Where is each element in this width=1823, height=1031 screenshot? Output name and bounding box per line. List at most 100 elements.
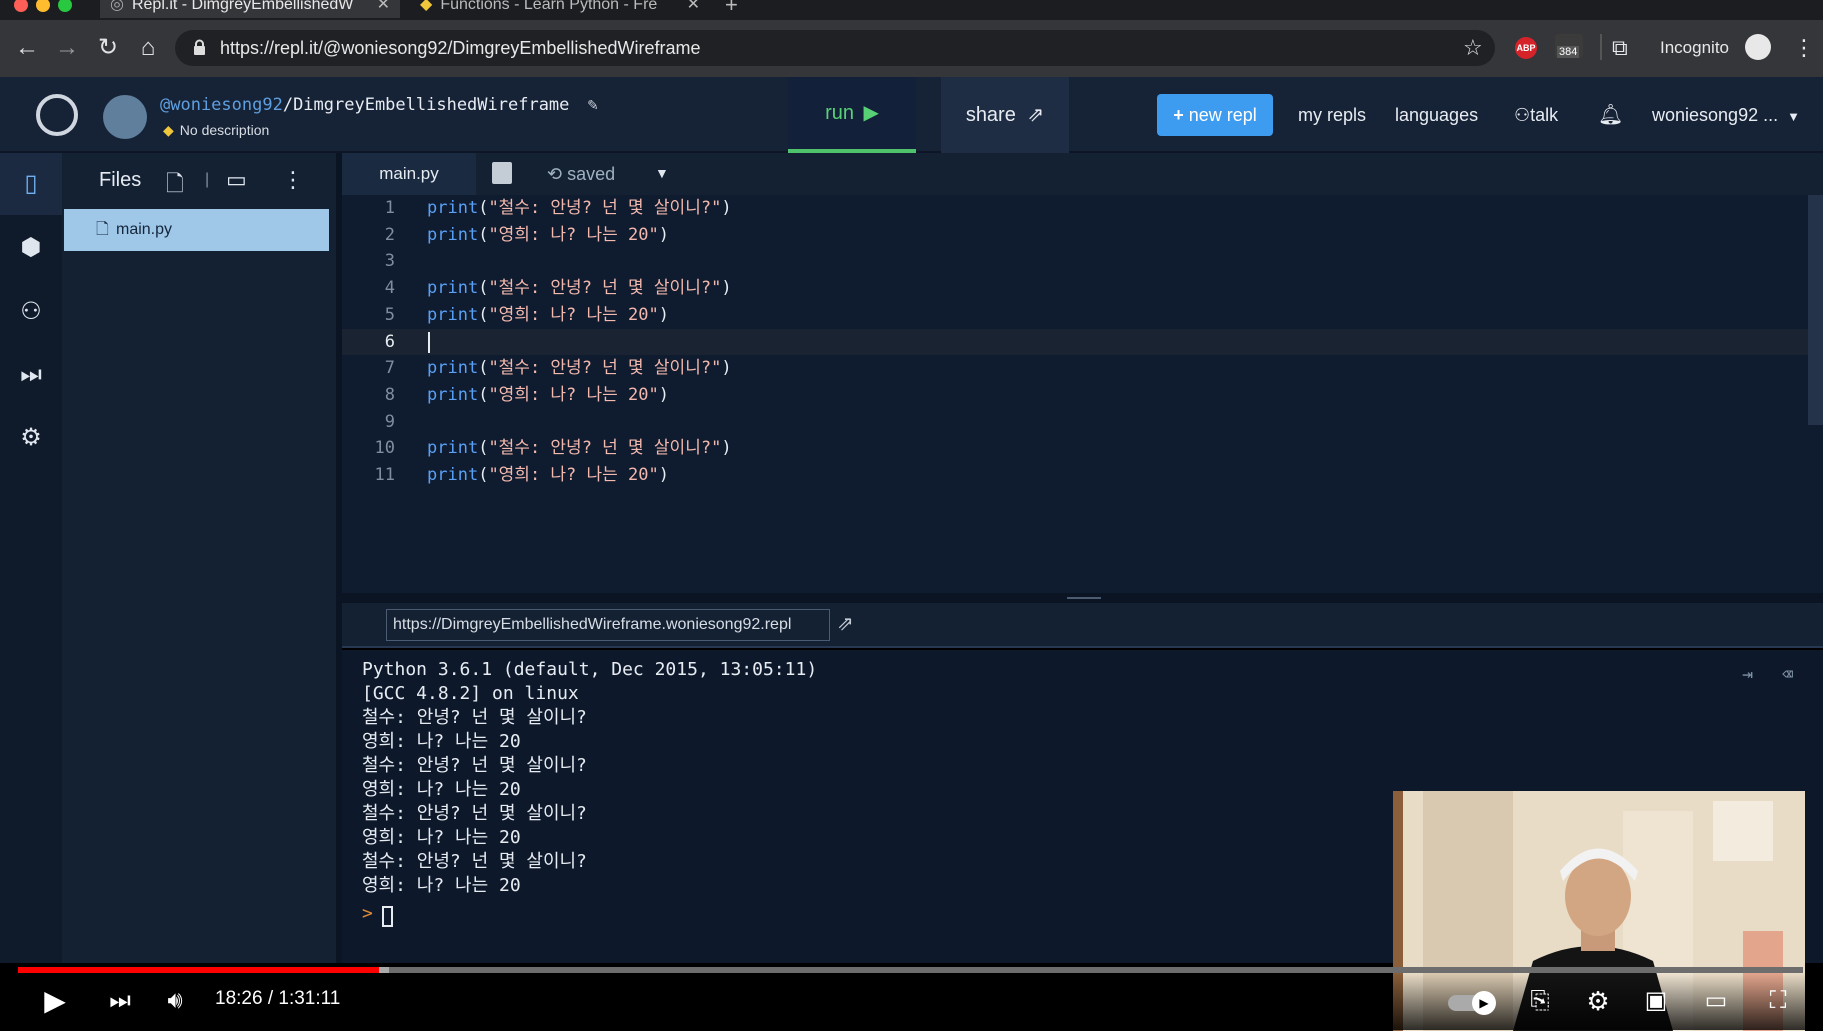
open-external-icon[interactable]: ⇗ xyxy=(837,611,854,636)
files-icon[interactable]: ▯ xyxy=(16,169,46,199)
replit-favicon-icon: ◎ xyxy=(110,0,124,13)
tab-title: Functions - Learn Python - Fre xyxy=(440,0,658,13)
code-text: print("철수: 안녕? 넌 몇 살이니?") xyxy=(427,278,732,299)
header-divider: | xyxy=(205,171,210,188)
repl-owner-link[interactable]: @woniesong92 xyxy=(160,95,283,115)
toolbar-divider xyxy=(1600,34,1602,60)
history-icon: ⟲ xyxy=(547,164,563,184)
repl-description[interactable]: ◆ No description xyxy=(163,122,269,139)
cast-icon[interactable]: ⧉ xyxy=(1612,30,1628,66)
console-line: 영희: 나? 나는 20 xyxy=(362,779,521,800)
fullscreen-icon[interactable]: ⛶ xyxy=(1758,983,1798,1019)
play-button-icon[interactable]: ▶ xyxy=(35,983,75,1019)
code-line: 5 print("영희: 나? 나는 20") xyxy=(342,302,1823,329)
code-keyword: print xyxy=(427,224,479,245)
packages-icon[interactable]: ⬢ xyxy=(16,233,46,263)
line-number: 2 xyxy=(384,224,395,245)
extension-icon[interactable]: 384 xyxy=(1555,34,1583,58)
format-icon[interactable] xyxy=(492,162,512,184)
replit-logo-icon[interactable] xyxy=(36,94,78,136)
debugger-icon[interactable]: ⏭ xyxy=(16,360,46,390)
incognito-label[interactable]: Incognito xyxy=(1660,30,1729,66)
close-window-button[interactable] xyxy=(14,0,28,12)
incognito-icon[interactable] xyxy=(1745,34,1771,60)
home-icon[interactable]: ⌂ xyxy=(133,30,163,66)
editor-scrollbar[interactable] xyxy=(1808,195,1823,425)
settings-gear-icon[interactable]: ⚙ xyxy=(16,423,46,453)
next-video-icon[interactable]: ⏭ xyxy=(100,983,140,1019)
console-line: 철수: 안녕? 넌 몇 살이니? xyxy=(362,707,587,728)
multiplayer-icon[interactable]: ⚇ xyxy=(16,297,46,327)
web-url-field[interactable]: https://DimgreyEmbellishedWireframe.woni… xyxy=(386,609,830,641)
console-cursor[interactable] xyxy=(382,906,393,927)
theater-mode-icon[interactable]: ▭ xyxy=(1696,983,1736,1019)
subtitles-icon[interactable]: ⎘ xyxy=(1520,983,1560,1019)
python-language-icon: ◆ xyxy=(163,122,174,138)
minimize-window-button[interactable] xyxy=(36,0,50,12)
repl-name[interactable]: /DimgreyEmbellishedWireframe xyxy=(283,95,570,115)
adblock-icon[interactable]: ABP xyxy=(1515,37,1537,59)
code-text: print("영희: 나? 나는 20") xyxy=(427,224,670,245)
console-prompt: > xyxy=(362,903,373,924)
avatar[interactable] xyxy=(103,95,147,139)
add-file-icon[interactable]: 🗋︎ xyxy=(166,167,184,205)
forward-arrow-icon[interactable]: → xyxy=(52,30,82,66)
notification-bell-icon[interactable]: 🔔︎ xyxy=(1598,94,1623,136)
settings-gear-icon[interactable]: ⚙ xyxy=(1578,983,1618,1019)
talk-label: talk xyxy=(1530,105,1559,125)
close-tab-icon[interactable]: ✕ xyxy=(687,0,700,18)
files-title: Files xyxy=(99,169,142,191)
talk-link[interactable]: ⚇talk xyxy=(1514,94,1558,136)
line-number: 9 xyxy=(384,411,395,432)
new-repl-button[interactable]: + new repl xyxy=(1157,94,1273,136)
console-expand-icon[interactable]: ⇥ xyxy=(1742,664,1753,685)
miniplayer-icon[interactable]: ▣ xyxy=(1636,983,1676,1019)
line-number: 11 xyxy=(374,465,395,485)
code-text: print("철수: 안녕? 넌 몇 살이니?") xyxy=(427,358,732,379)
run-button[interactable]: run ▶ xyxy=(788,77,916,153)
code-keyword: print xyxy=(427,465,479,485)
code-editor[interactable]: 1 print("철수: 안녕? 넌 몇 살이니?") 2 print("영희: 나… xyxy=(342,195,1823,593)
code-text: print("영희: 나? 나는 20") xyxy=(427,384,670,405)
new-tab-button[interactable]: + xyxy=(715,0,755,18)
code-line: 10 print("철수: 안녕? 넌 몇 살이니?") xyxy=(342,435,1823,462)
console-line: 철수: 안녕? 넌 몇 살이니? xyxy=(362,851,587,872)
code-keyword: print xyxy=(427,358,479,379)
editor-console-resize-handle[interactable] xyxy=(342,593,1823,603)
saved-label: saved xyxy=(567,164,616,184)
tab-main-py[interactable]: main.py xyxy=(342,153,476,195)
files-panel: Files 🗋︎ | ▭ ⋮ 🗋︎ main.py xyxy=(62,153,336,963)
code-line: 3 xyxy=(342,248,1823,275)
close-tab-icon[interactable]: ✕ xyxy=(377,0,390,18)
browser-tab-replit[interactable]: ◎ Repl.it - DimgreyEmbellishedW ✕ xyxy=(100,0,400,18)
reload-icon[interactable]: ↻ xyxy=(93,30,123,66)
console-clear-icon[interactable]: ⌫ xyxy=(1782,664,1793,685)
code-string: "철수: 안녕? 넌 몇 살이니?" xyxy=(488,358,722,379)
address-bar[interactable]: https://repl.it/@woniesong92/DimgreyEmbe… xyxy=(175,30,1495,66)
console-line: 영희: 나? 나는 20 xyxy=(362,875,521,896)
play-icon: ▶ xyxy=(863,102,879,124)
add-folder-icon[interactable]: ▭ xyxy=(226,167,247,193)
console-line: 영희: 나? 나는 20 xyxy=(362,827,521,848)
autoplay-toggle[interactable]: ▶ xyxy=(1448,991,1496,1015)
browser-tab-python[interactable]: ◆ Functions - Learn Python - Fre ✕ xyxy=(410,0,710,18)
history-dropdown-icon[interactable]: ▼ xyxy=(655,165,669,181)
code-string: "영희: 나? 나는 20" xyxy=(488,384,659,405)
share-button[interactable]: share ⇗ xyxy=(941,77,1069,153)
code-keyword: print xyxy=(427,278,479,299)
file-item-main-py[interactable]: 🗋︎ main.py xyxy=(64,209,329,251)
bookmark-star-icon[interactable]: ☆ xyxy=(1463,30,1483,66)
code-keyword: print xyxy=(427,198,479,218)
browser-menu-icon[interactable]: ⋮ xyxy=(1793,30,1815,66)
edit-pencil-icon[interactable]: ✎ xyxy=(588,95,598,115)
back-arrow-icon[interactable]: ← xyxy=(12,30,42,66)
account-menu[interactable]: woniesong92 ... ▼ xyxy=(1652,94,1800,138)
code-line: 9 xyxy=(342,409,1823,436)
my-repls-link[interactable]: my repls xyxy=(1298,94,1366,136)
languages-link[interactable]: languages xyxy=(1395,94,1478,136)
maximize-window-button[interactable] xyxy=(58,0,72,12)
more-options-icon[interactable]: ⋮ xyxy=(282,167,304,193)
text-cursor xyxy=(428,331,430,353)
repl-path: @woniesong92/DimgreyEmbellishedWireframe… xyxy=(160,95,598,115)
volume-icon[interactable]: 🔊︎ xyxy=(155,983,195,1019)
